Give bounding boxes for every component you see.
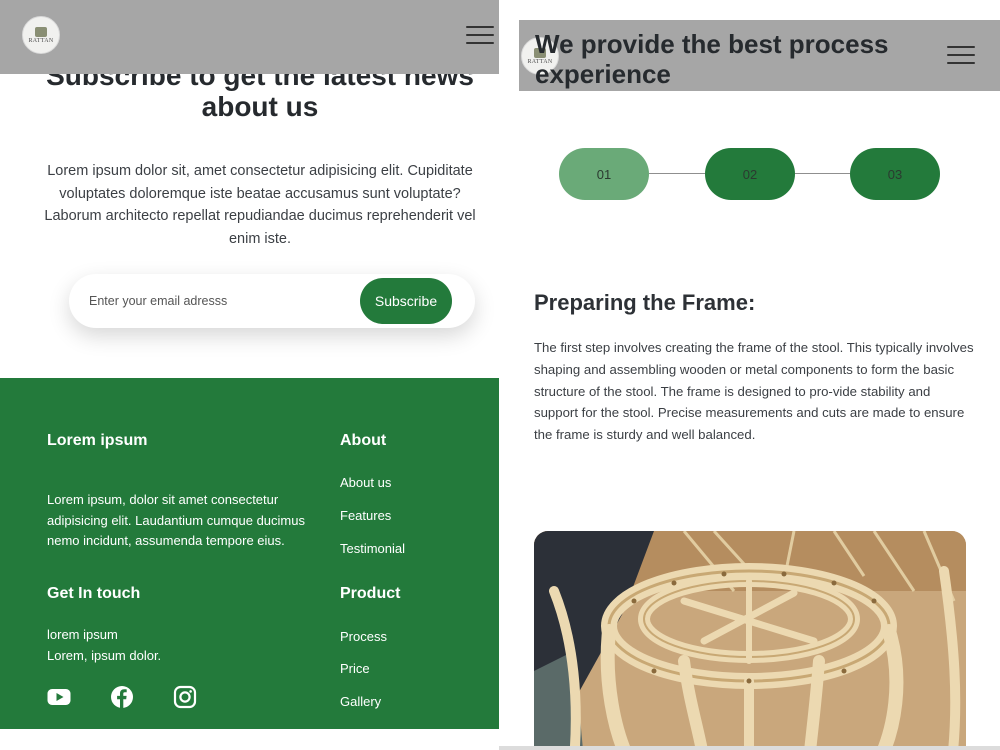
bottom-divider bbox=[499, 746, 1000, 750]
footer-product-heading: Product bbox=[340, 585, 401, 602]
email-input[interactable] bbox=[89, 290, 339, 312]
rattan-logo[interactable]: RATTAN bbox=[22, 16, 60, 54]
subscribe-button[interactable]: Subscribe bbox=[360, 278, 452, 324]
step-01[interactable]: 01 bbox=[559, 148, 649, 200]
footer-brand-heading: Lorem ipsum bbox=[47, 432, 148, 449]
footer-contact-heading: Get In touch bbox=[47, 585, 141, 602]
footer-contact-line-2: Lorem, ipsum dolor. bbox=[47, 648, 162, 663]
footer-link-gallery[interactable]: Gallery bbox=[340, 694, 381, 709]
footer-about-heading: About bbox=[340, 432, 387, 449]
step-connector bbox=[795, 173, 850, 174]
menu-hamburger-icon[interactable] bbox=[466, 26, 494, 44]
header-bar: RATTAN bbox=[0, 0, 499, 74]
step-02[interactable]: 02 bbox=[705, 148, 795, 200]
footer-link-process[interactable]: Process bbox=[340, 629, 387, 644]
section-title: Preparing the Frame: bbox=[534, 290, 756, 315]
step-connector bbox=[649, 173, 705, 174]
instagram-icon[interactable] bbox=[173, 685, 197, 709]
footer-link-testimonial[interactable]: Testimonial bbox=[340, 541, 405, 556]
footer-link-price[interactable]: Price bbox=[340, 661, 370, 676]
facebook-icon[interactable] bbox=[110, 685, 134, 709]
process-page-panel: RATTAN We provide the best process exper… bbox=[519, 0, 1000, 750]
step-03[interactable]: 03 bbox=[850, 148, 940, 200]
footer-brand-text: Lorem ipsum, dolor sit amet consectetur … bbox=[47, 492, 305, 548]
footer-contact-line-1: lorem ipsum bbox=[47, 627, 118, 642]
rattan-frame-photo bbox=[534, 531, 966, 750]
logo-text: RATTAN bbox=[28, 37, 54, 44]
footer-link-about-us[interactable]: About us bbox=[340, 475, 391, 490]
subscribe-description: Lorem ipsum dolor sit, amet consectetur … bbox=[44, 163, 476, 247]
youtube-icon[interactable] bbox=[47, 685, 71, 709]
footer-link-features[interactable]: Features bbox=[340, 508, 391, 523]
subscribe-form: Subscribe bbox=[69, 274, 475, 328]
logo-mark-icon bbox=[35, 26, 47, 37]
footer: Lorem ipsum Lorem ipsum, dolor sit amet … bbox=[0, 378, 499, 729]
process-title: We provide the best process experience bbox=[535, 29, 889, 89]
subscribe-page-panel: Subscribe to get the latest news about u… bbox=[0, 0, 499, 750]
section-body: The first step involves creating the fra… bbox=[534, 340, 974, 443]
